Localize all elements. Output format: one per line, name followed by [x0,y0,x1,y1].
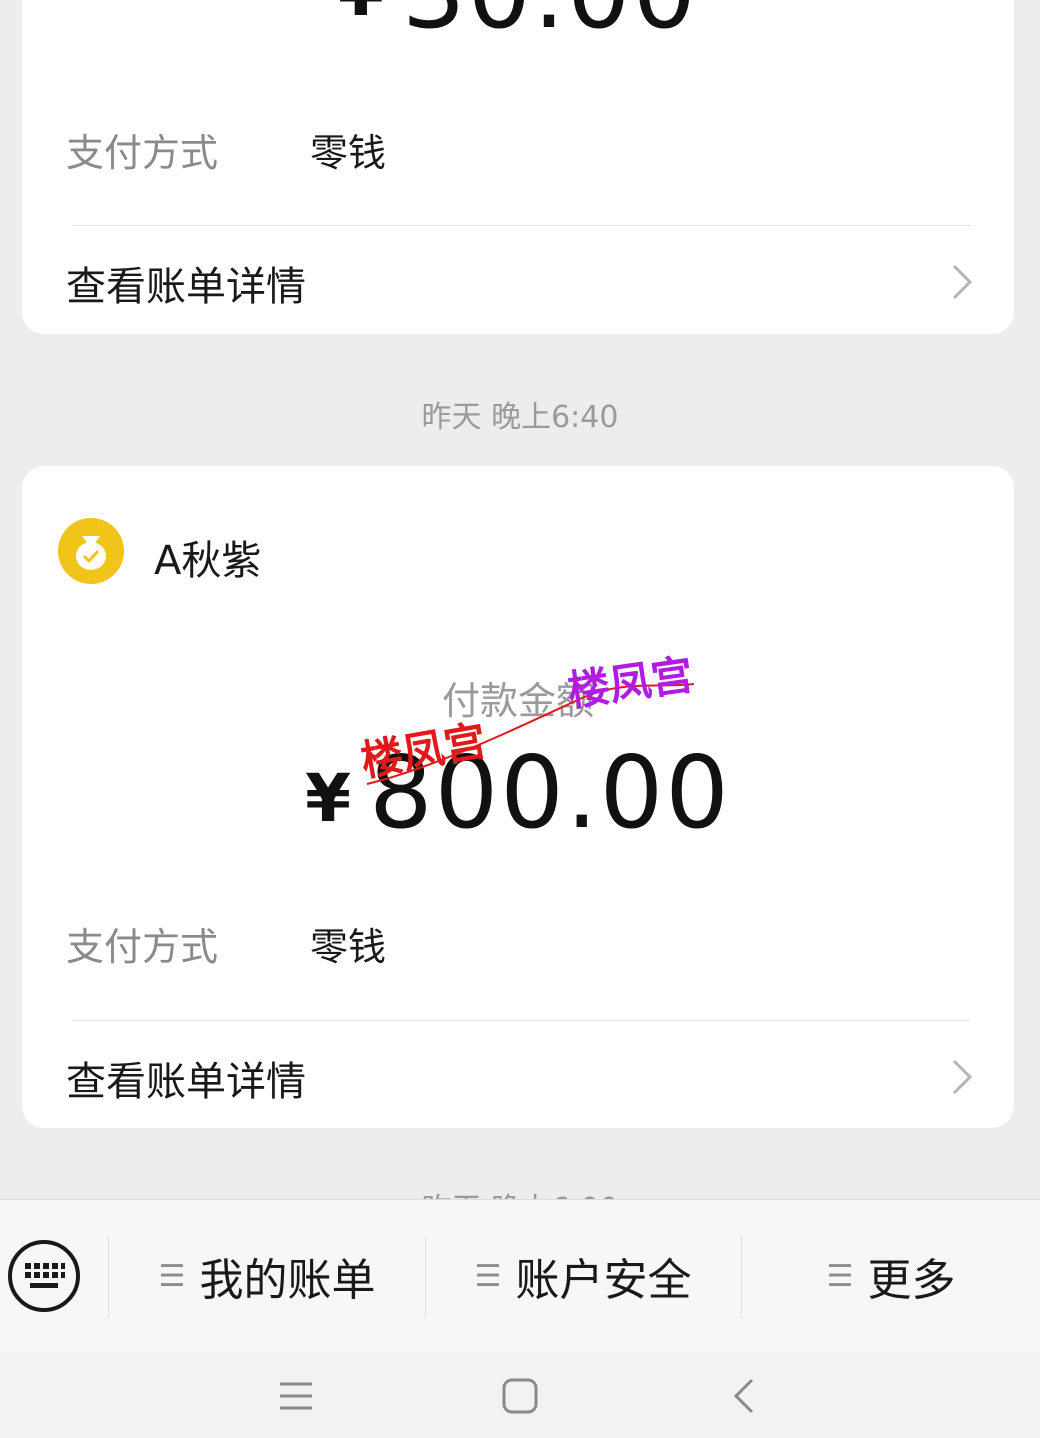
menu-separator [108,1236,109,1318]
pay-method-value: 零钱 [310,925,387,969]
watermark-text-red: 楼凤宫 [357,716,490,786]
menu-more[interactable]: ☰ 更多 [742,1200,1040,1352]
keyboard-icon[interactable] [6,1238,82,1314]
payment-card-1: ¥30.00 支付方式 零钱 查看账单详情 [22,0,1014,334]
amount-display: ¥30.00 [22,0,1014,51]
pay-method-label: 支付方式 [66,131,219,175]
watermark-text-purple: 楼凤宫 [565,650,697,716]
payment-card-2[interactable]: A秋紫 付款金额 ¥800.00 楼凤宫 楼凤宫 支付方式 零钱 查看账单详情 [22,466,1014,1128]
currency-symbol: ¥ [338,0,384,31]
amount-value: 30.00 [402,0,698,51]
chevron-right-icon [952,1059,973,1095]
menu-lines-icon: ☰ [158,1258,186,1294]
bottom-menu-bar: ☰ 我的账单 ☰ 账户安全 ☰ 更多 [0,1199,1040,1353]
menu-lines-icon: ☰ [474,1258,502,1294]
menu-item-label: 我的账单 [199,1255,376,1306]
watermark-stamp: 楼凤宫 楼凤宫 [357,650,697,786]
view-bill-details-label: 查看账单详情 [66,1059,306,1105]
view-bill-details-row[interactable]: 查看账单详情 [22,1021,1014,1131]
message-timestamp: 昨天 晚上6:40 [421,400,619,435]
menu-account-security[interactable]: ☰ 账户安全 [426,1200,740,1352]
back-chevron-icon[interactable] [722,1374,766,1418]
menu-lines-icon: ☰ [826,1258,854,1294]
chevron-right-icon [952,264,973,300]
menu-item-label: 更多 [867,1255,956,1306]
menu-icon[interactable] [274,1374,318,1418]
home-square-icon[interactable] [498,1374,542,1418]
system-nav-bar [0,1352,1040,1438]
menu-item-label: 账户安全 [515,1255,692,1306]
view-bill-details-label: 查看账单详情 [66,264,306,310]
menu-my-bills[interactable]: ☰ 我的账单 [110,1200,424,1352]
pay-method-value: 零钱 [310,131,387,175]
view-bill-details-row[interactable]: 查看账单详情 [22,226,1014,336]
pay-method-label: 支付方式 [66,925,219,969]
